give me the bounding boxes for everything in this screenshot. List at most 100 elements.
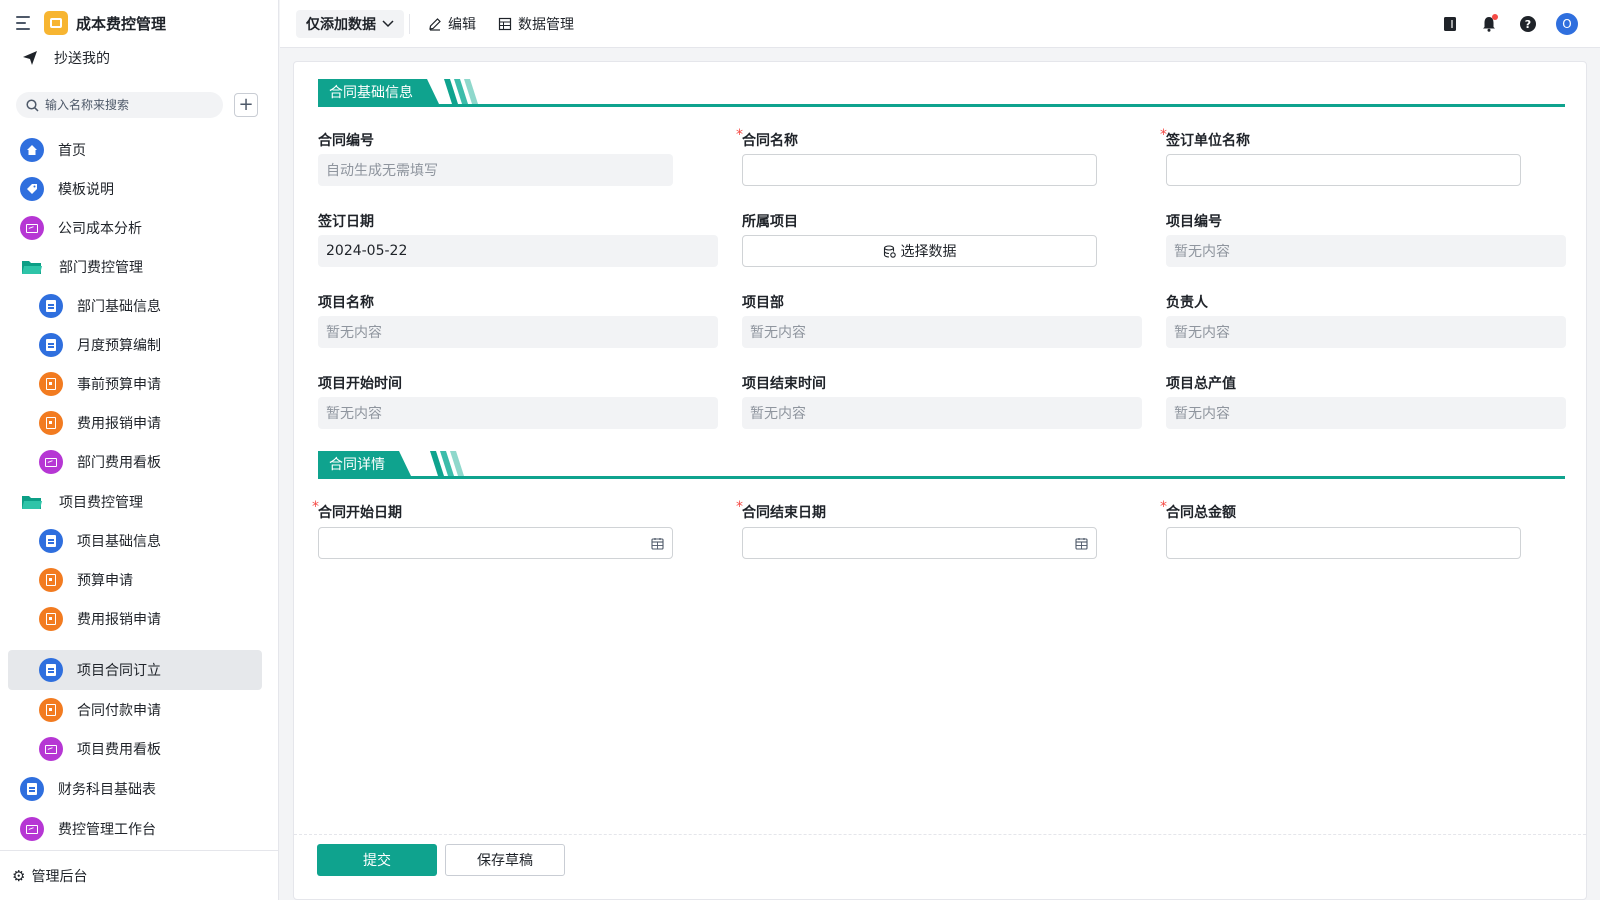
sidebar-item-label: 费用报销申请 bbox=[77, 612, 161, 628]
sidebar-item-template-guide[interactable]: 模板说明 bbox=[20, 169, 114, 209]
contract-name-field[interactable] bbox=[742, 154, 1097, 186]
search-input[interactable] bbox=[45, 98, 205, 112]
collapse-menu-icon[interactable] bbox=[16, 16, 34, 30]
sidebar-item-pre-budget[interactable]: 事前预算申请 bbox=[39, 364, 161, 404]
project-start-label: 项目开始时间 bbox=[318, 376, 402, 392]
project-end-field: 暂无内容 bbox=[742, 397, 1142, 429]
help-button[interactable]: ? bbox=[1516, 12, 1540, 36]
sidebar-item-label: 部门费用看板 bbox=[77, 455, 161, 471]
admin-console-link[interactable]: ⚙ 管理后台 bbox=[0, 850, 279, 900]
section-header-detail: 合同详情 bbox=[318, 451, 1565, 479]
sidebar-folder-dept[interactable]: 部门费控管理 bbox=[20, 247, 143, 287]
sidebar-item-dept-reimburse[interactable]: 费用报销申请 bbox=[39, 403, 161, 443]
contract-amount-field[interactable] bbox=[1166, 527, 1521, 559]
dashboard-icon bbox=[39, 450, 63, 474]
notification-button[interactable] bbox=[1477, 12, 1501, 36]
admin-console-label: 管理后台 bbox=[31, 868, 88, 885]
required-mark: * bbox=[736, 127, 743, 143]
contract-no-label: 合同编号 bbox=[318, 133, 374, 149]
sidebar-item-label: 首页 bbox=[58, 143, 86, 159]
sidebar-item-label: 公司成本分析 bbox=[58, 221, 142, 237]
project-dept-field: 暂无内容 bbox=[742, 316, 1142, 348]
send-icon bbox=[23, 51, 37, 65]
sign-unit-field[interactable] bbox=[1166, 154, 1521, 186]
sidebar-item-dept-info[interactable]: 部门基础信息 bbox=[39, 286, 161, 326]
contract-end-label: * 合同结束日期 bbox=[736, 499, 826, 522]
edit-button-label: 编辑 bbox=[448, 17, 476, 33]
contract-start-date-input[interactable] bbox=[327, 535, 664, 551]
sidebar-item-label: 月度预算编制 bbox=[77, 338, 161, 354]
sign-unit-label: * 签订单位名称 bbox=[1160, 127, 1250, 150]
sidebar-item-label: 项目合同订立 bbox=[77, 663, 161, 679]
data-manage-button[interactable]: 数据管理 bbox=[498, 14, 574, 34]
form-icon bbox=[20, 777, 44, 801]
sidebar-item-budget-apply[interactable]: 预算申请 bbox=[39, 560, 133, 600]
submit-button[interactable]: 提交 bbox=[317, 844, 437, 876]
contract-end-date-input[interactable] bbox=[751, 535, 1088, 551]
user-avatar-button[interactable]: O bbox=[1555, 12, 1579, 36]
sidebar-item-label: 部门基础信息 bbox=[77, 299, 161, 315]
approval-icon bbox=[39, 568, 63, 592]
database-icon bbox=[883, 244, 896, 258]
save-draft-button[interactable]: 保存草稿 bbox=[445, 844, 565, 876]
edit-button[interactable]: 编辑 bbox=[428, 14, 476, 34]
select-data-button[interactable]: 选择数据 bbox=[742, 235, 1097, 267]
sidebar-folder-project[interactable]: 项目费控管理 bbox=[20, 482, 143, 522]
project-dept-label: 项目部 bbox=[742, 295, 784, 311]
sidebar-item-project-contract[interactable]: 项目合同订立 bbox=[8, 650, 262, 690]
decor-stripes bbox=[444, 79, 478, 104]
sidebar-item-workbench[interactable]: 费控管理工作台 bbox=[20, 809, 156, 849]
sidebar-item-label: 合同付款申请 bbox=[77, 703, 161, 719]
required-mark: * bbox=[1160, 499, 1167, 515]
contract-no-field: 自动生成无需填写 bbox=[318, 154, 673, 186]
sign-date-field: 2024-05-22 bbox=[318, 235, 718, 267]
sidebar-item-contract-payment[interactable]: 合同付款申请 bbox=[39, 690, 161, 730]
calendar-icon[interactable] bbox=[1075, 537, 1088, 550]
calendar-icon[interactable] bbox=[651, 537, 664, 550]
sidebar-item-label: 财务科目基础表 bbox=[58, 782, 156, 798]
sidebar-item-dept-board[interactable]: 部门费用看板 bbox=[39, 442, 161, 482]
chevron-down-icon bbox=[382, 20, 394, 28]
contract-start-label: * 合同开始日期 bbox=[312, 499, 402, 522]
sidebar-item-project-reimburse[interactable]: 费用报销申请 bbox=[39, 599, 161, 639]
sidebar-item-label: 事前预算申请 bbox=[77, 377, 161, 393]
pencil-icon bbox=[429, 18, 441, 31]
sidebar-item-project-info[interactable]: 项目基础信息 bbox=[39, 521, 161, 561]
sidebar: 成本费控管理 抄送我的 + 首页 模板说明 公司成本分析 部门费控管理 部门基础… bbox=[0, 0, 279, 900]
contract-end-date-field[interactable] bbox=[742, 527, 1097, 559]
notebook-icon-button[interactable] bbox=[1438, 12, 1462, 36]
project-output-field: 暂无内容 bbox=[1166, 397, 1566, 429]
dashboard-icon bbox=[20, 817, 44, 841]
contract-amount-input[interactable] bbox=[1175, 535, 1512, 551]
section-title: 合同基础信息 bbox=[318, 79, 439, 104]
form-panel: 合同基础信息 合同编号 自动生成无需填写 * 合同名称 * 签订单位名称 签订日期 … bbox=[293, 61, 1587, 900]
search-box bbox=[16, 92, 223, 118]
project-start-field: 暂无内容 bbox=[318, 397, 718, 429]
sidebar-item-company-cost[interactable]: 公司成本分析 bbox=[20, 208, 142, 248]
view-selector[interactable]: 仅添加数据 bbox=[296, 10, 404, 38]
contract-name-input[interactable] bbox=[751, 162, 1088, 178]
form-icon bbox=[39, 658, 63, 682]
contract-amount-label-text: 合同总金额 bbox=[1166, 505, 1236, 521]
cc-me-item[interactable]: 抄送我的 bbox=[22, 47, 110, 69]
contract-start-date-field[interactable] bbox=[318, 527, 673, 559]
project-name-field: 暂无内容 bbox=[318, 316, 718, 348]
app-logo-icon bbox=[44, 11, 68, 35]
form-icon bbox=[39, 529, 63, 553]
sign-unit-label-text: 签订单位名称 bbox=[1166, 133, 1250, 149]
sidebar-item-monthly-budget[interactable]: 月度预算编制 bbox=[39, 325, 161, 365]
sidebar-item-label: 费用报销申请 bbox=[77, 416, 161, 432]
top-toolbar: 仅添加数据 编辑 数据管理 ? O bbox=[280, 0, 1600, 48]
project-output-label: 项目总产值 bbox=[1166, 376, 1236, 392]
add-button[interactable]: + bbox=[234, 93, 258, 117]
approval-icon bbox=[39, 607, 63, 631]
sign-unit-input[interactable] bbox=[1175, 162, 1512, 178]
required-mark: * bbox=[1160, 127, 1167, 143]
sidebar-item-finance-subjects[interactable]: 财务科目基础表 bbox=[20, 769, 156, 809]
sidebar-item-home[interactable]: 首页 bbox=[20, 130, 86, 170]
sidebar-item-project-board[interactable]: 项目费用看板 bbox=[39, 729, 161, 769]
sidebar-header: 成本费控管理 bbox=[16, 11, 166, 35]
select-data-label: 选择数据 bbox=[900, 244, 957, 260]
sidebar-item-label: 模板说明 bbox=[58, 182, 114, 198]
approval-icon bbox=[39, 411, 63, 435]
